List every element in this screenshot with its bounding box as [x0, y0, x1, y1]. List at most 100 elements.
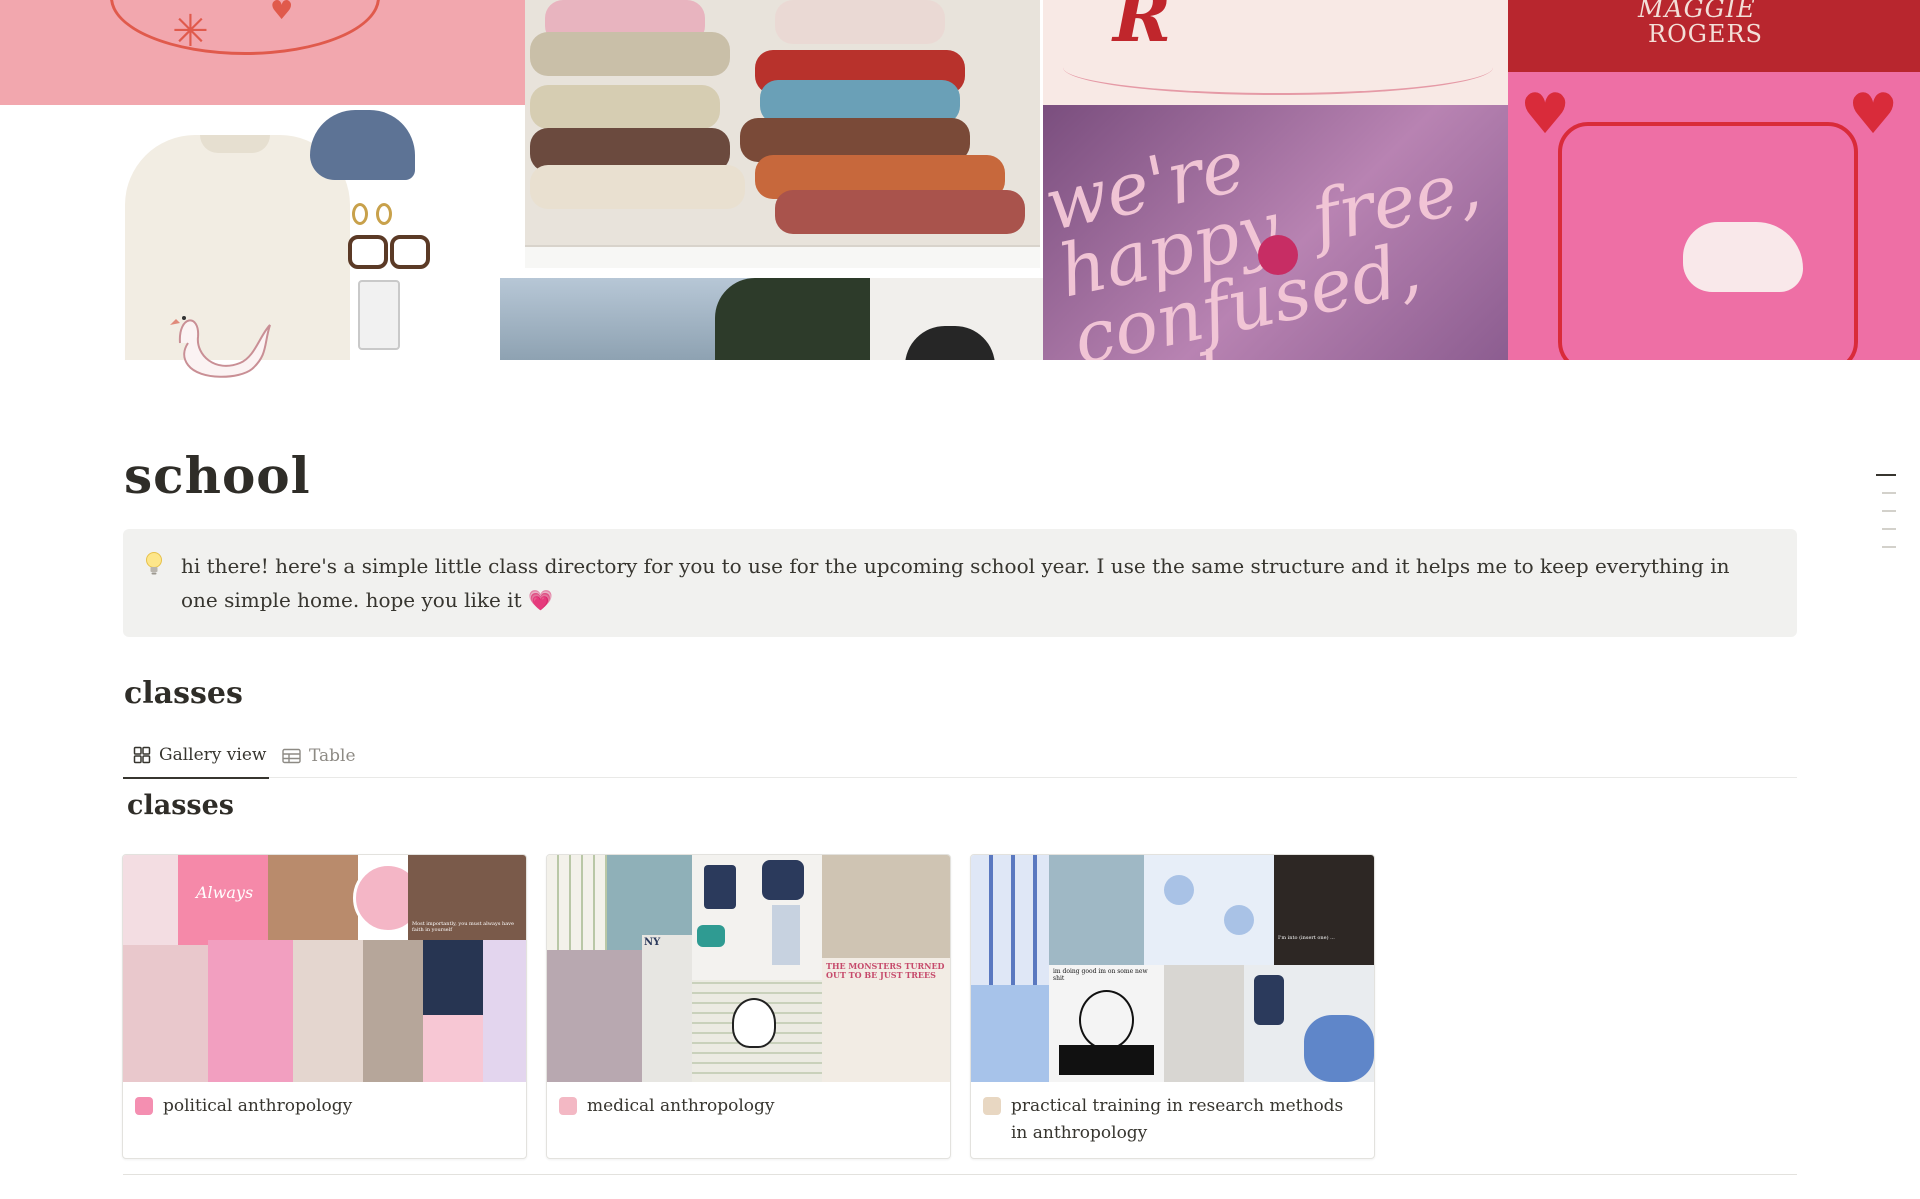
glasses-image [348, 235, 430, 269]
cover-tile-poster: R [1043, 0, 1508, 105]
page-title[interactable]: school [124, 446, 311, 505]
collage-text: NY [644, 937, 661, 948]
page-icon [559, 1097, 577, 1115]
toc-line[interactable] [1882, 510, 1896, 512]
collage-tile: I'm into (insert one) ... [1274, 855, 1374, 965]
collage-flower [1164, 875, 1194, 905]
card-label-row: practical training in research methods i… [983, 1093, 1363, 1147]
cap-image [310, 110, 415, 180]
collage-tile [123, 945, 208, 1082]
cover-tile-sweaters [525, 0, 1040, 268]
database-view-tabs: Gallery view Table [123, 733, 1797, 779]
collage-tile: Always [178, 855, 268, 945]
snoopy-image [732, 998, 776, 1048]
tab-table[interactable]: Table [278, 733, 368, 778]
collage-tile [423, 940, 483, 1015]
collage-tile [208, 940, 293, 1082]
collage-script-text: Always [196, 883, 254, 902]
page-icon [983, 1097, 1001, 1115]
collage-tile [692, 980, 822, 1082]
callout-block[interactable]: hi there! here's a simple little class d… [123, 529, 1797, 637]
earring-image [352, 203, 368, 225]
cover-tile-script: we're happy, free, confused, and [1043, 105, 1508, 360]
snoopy-image [1079, 990, 1134, 1050]
swan-icon[interactable] [160, 285, 280, 395]
turntable-image [1059, 1045, 1154, 1075]
tab-label: Table [309, 745, 356, 766]
gallery-grid-icon [133, 746, 151, 764]
card-cover-image: NY THE MONSTERS TURNED OUT TO BE JUST TR… [547, 855, 950, 1082]
heart-icon: ♥ [270, 0, 294, 26]
perfume-image [358, 280, 400, 350]
collage-tile: Most importantly, you must always have f… [408, 855, 526, 945]
collage-tile [547, 855, 607, 950]
card-label-row: medical anthropology [559, 1093, 939, 1120]
heart-icon: ♥ [1848, 82, 1899, 147]
collage-tile [1144, 855, 1274, 965]
card-title: medical anthropology [587, 1096, 775, 1116]
page-icon [135, 1097, 153, 1115]
sweater-stack [530, 165, 745, 209]
toc-line[interactable] [1882, 546, 1896, 548]
collage-tile [268, 855, 358, 945]
star-icon: ✳ [172, 6, 209, 57]
collage-tile [423, 1015, 483, 1082]
toc-line-active[interactable] [1876, 474, 1896, 476]
cover-tile-pink-cloud: ✳ ♥ [0, 0, 525, 105]
collage-item [762, 860, 804, 900]
cover-tile-album: MAGGIE ROGERS [1508, 0, 1920, 72]
collage-tile [1244, 965, 1374, 1082]
shelf [525, 245, 1040, 268]
collage-tile [1049, 855, 1144, 965]
section-heading[interactable]: classes [124, 676, 243, 711]
swirl-decoration [1063, 40, 1493, 95]
card-cover-image: Always Most importantly, you must always… [123, 855, 526, 1082]
card-title: political anthropology [163, 1096, 353, 1116]
gallery-card-political-anthropology[interactable]: Always Most importantly, you must always… [122, 854, 527, 1159]
collage-tile [123, 855, 178, 945]
toc-line[interactable] [1882, 528, 1896, 530]
collage-caption: THE MONSTERS TURNED OUT TO BE JUST TREES [826, 961, 945, 980]
rose-image [1258, 235, 1298, 275]
trees-photo [715, 278, 870, 360]
collage-flower [1224, 905, 1254, 935]
cloud-drawing [110, 0, 380, 55]
tab-label: Gallery view [159, 745, 267, 765]
sweater-stack [775, 190, 1025, 234]
view-title[interactable]: classes [127, 790, 234, 821]
collage-item [704, 865, 736, 909]
collage-tile [293, 940, 363, 1082]
collage-hydrangea [1304, 1015, 1374, 1082]
earring-image [376, 203, 392, 225]
collage-tile [1164, 965, 1244, 1082]
collage-tile: im doing good im on some new shit [1049, 965, 1164, 1082]
lightbulb-icon [146, 552, 162, 575]
card-cover-image: I'm into (insert one) ... im doing good … [971, 855, 1374, 1082]
gallery-card-medical-anthropology[interactable]: NY THE MONSTERS TURNED OUT TO BE JUST TR… [546, 854, 951, 1159]
collage-tile [822, 855, 950, 958]
sweater-stack [530, 32, 730, 76]
callout-text[interactable]: hi there! here's a simple little class d… [181, 549, 1771, 617]
script-lettering: we're happy, free, confused, and [1043, 123, 1488, 360]
collage-tile [971, 985, 1049, 1082]
cover-image[interactable]: ✳ ♥ R we're happy, free, confused, and [0, 0, 1920, 360]
table-of-contents-indicator[interactable] [1876, 474, 1896, 564]
cover-tile-rabbit: ♥ ♥ [1508, 72, 1920, 360]
tab-gallery-view[interactable]: Gallery view [123, 733, 269, 779]
toc-line[interactable] [1882, 492, 1896, 494]
sweater-stack [775, 0, 945, 44]
collage-tile [547, 950, 642, 1082]
cover-tile-photos [500, 268, 1120, 360]
collage-caption: Most importantly, you must always have f… [412, 921, 514, 933]
collage-tile [692, 855, 822, 980]
divider [123, 1174, 1797, 1175]
collage-caption: im doing good im on some new shit [1053, 968, 1148, 982]
rabbit-image [1683, 222, 1803, 292]
gallery-card-practical-training[interactable]: I'm into (insert one) ... im doing good … [970, 854, 1375, 1159]
card-title: practical training in research methods i… [1011, 1096, 1344, 1143]
collage-tile: THE MONSTERS TURNED OUT TO BE JUST TREES [822, 958, 950, 1082]
collage-tile: NY [642, 935, 692, 1082]
album-line2: ROGERS [1648, 20, 1763, 48]
collage-item [697, 925, 725, 947]
collage-item [772, 905, 800, 965]
